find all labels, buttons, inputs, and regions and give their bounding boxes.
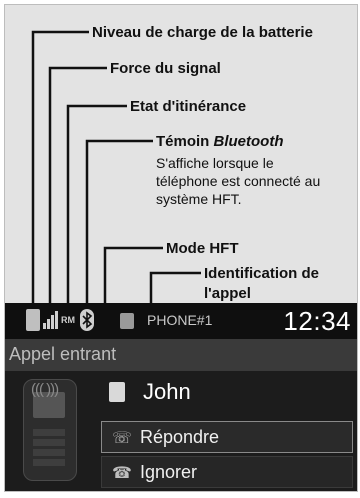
signal-icon bbox=[43, 309, 58, 331]
bluetooth-desc-line-1: S'affiche lorsque le bbox=[156, 155, 274, 171]
bluetooth-icon bbox=[80, 309, 94, 331]
battery-callout-line bbox=[31, 30, 89, 309]
caller-id-label-line-1: Identification de bbox=[204, 265, 320, 282]
incoming-call-header: Appel entrant bbox=[5, 339, 357, 371]
signal-bars bbox=[43, 311, 58, 329]
bluetooth-callout-line bbox=[85, 139, 153, 309]
clock: 12:34 bbox=[283, 306, 351, 336]
handset-keypad bbox=[33, 426, 65, 466]
bluetooth-desc-line-3: système HFT. bbox=[156, 191, 242, 207]
signal-waves: ((( ))) bbox=[31, 381, 59, 398]
caller-id-label-line-2: l'appel bbox=[204, 285, 251, 302]
phone-name: PHONE#1 bbox=[147, 312, 213, 328]
bluetooth-label-title: Témoin bbox=[156, 133, 214, 150]
battery-label: Niveau de charge de la batterie bbox=[92, 24, 313, 41]
contact-icon bbox=[109, 382, 125, 402]
signal-callout-line bbox=[48, 66, 107, 309]
caller-name: John bbox=[143, 379, 191, 404]
answer-button-label: Répondre bbox=[140, 427, 220, 447]
bluetooth-label-italic: Bluetooth bbox=[213, 133, 284, 150]
hft-mode-label: Mode HFT bbox=[166, 240, 239, 257]
ignore-button-label: Ignorer bbox=[140, 462, 198, 482]
answer-button[interactable]: ☏ Répondre bbox=[101, 421, 353, 453]
hft-screen: RM PHONE#1 12:34 Appel entrant ((( ))) J… bbox=[5, 303, 357, 491]
answer-icon: ☏ bbox=[112, 430, 133, 447]
battery-icon bbox=[26, 309, 40, 331]
roaming-callout-line bbox=[66, 104, 127, 309]
diagram-frame: Niveau de charge de la batterie Force du… bbox=[4, 4, 358, 492]
status-bar: RM PHONE#1 12:34 bbox=[5, 303, 357, 339]
ignore-icon: ☎ bbox=[112, 465, 132, 482]
ignore-button[interactable]: ☎ Ignorer bbox=[101, 456, 353, 488]
roaming-icon: RM bbox=[61, 315, 75, 325]
signal-label: Force du signal bbox=[110, 60, 221, 77]
bluetooth-glyph bbox=[82, 311, 93, 329]
bluetooth-description: S'affiche lorsque le téléphone est conne… bbox=[156, 154, 320, 208]
phone-icon bbox=[120, 313, 134, 329]
bluetooth-label: Témoin Bluetooth bbox=[156, 134, 284, 149]
hft-callout-line bbox=[103, 246, 163, 309]
bluetooth-desc-line-2: téléphone est connecté au bbox=[156, 173, 321, 189]
incoming-call-title: Appel entrant bbox=[9, 344, 117, 364]
roaming-label: Etat d'itinérance bbox=[130, 98, 247, 115]
